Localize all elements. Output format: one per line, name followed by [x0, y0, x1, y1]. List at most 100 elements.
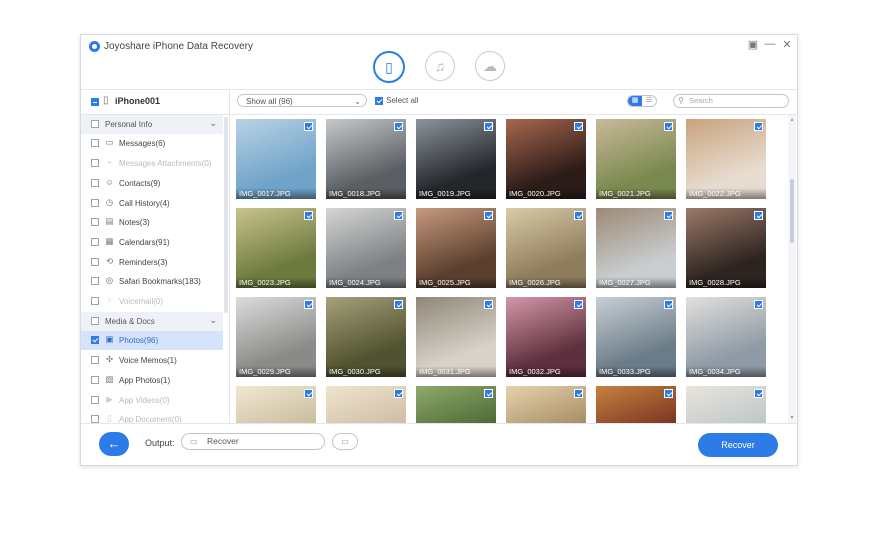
photo-thumbnail[interactable]: IMG_0019.JPG	[416, 119, 496, 199]
sidebar-item-messages-attachments[interactable]: ⌁ Messages Attachments(0)	[81, 154, 223, 173]
photo-thumbnail[interactable]: IMG_0033.JPG	[596, 297, 676, 377]
photo-checkbox[interactable]	[574, 122, 583, 131]
photo-checkbox[interactable]	[304, 389, 313, 398]
photo-checkbox[interactable]	[754, 389, 763, 398]
photo-checkbox[interactable]	[484, 122, 493, 131]
item-checkbox[interactable]	[91, 415, 99, 423]
photo-thumbnail[interactable]	[506, 386, 586, 423]
item-checkbox[interactable]	[91, 336, 99, 344]
scroll-up-icon[interactable]: ▴	[789, 117, 795, 123]
section-checkbox[interactable]	[91, 317, 99, 325]
photo-checkbox[interactable]	[394, 211, 403, 220]
sidebar-item-voicemail[interactable]: ♮ Voicemail(0)	[81, 292, 223, 311]
photo-thumbnail[interactable]	[236, 386, 316, 423]
photo-checkbox[interactable]	[664, 122, 673, 131]
mode-ios-device-button[interactable]: ▯	[373, 51, 405, 83]
item-checkbox[interactable]	[91, 139, 99, 147]
back-button[interactable]: ←	[99, 432, 129, 456]
photo-checkbox[interactable]	[574, 389, 583, 398]
section-header-personal-info[interactable]: Personal Info ⌄	[81, 115, 223, 134]
mode-itunes-button[interactable]: ♫	[425, 51, 455, 81]
scroll-down-icon[interactable]: ▾	[789, 415, 795, 421]
item-checkbox[interactable]	[91, 218, 99, 226]
photo-checkbox[interactable]	[394, 122, 403, 131]
photo-checkbox[interactable]	[484, 389, 493, 398]
photo-thumbnail[interactable]: IMG_0032.JPG	[506, 297, 586, 377]
section-checkbox[interactable]	[91, 120, 99, 128]
photo-checkbox[interactable]	[394, 389, 403, 398]
sidebar-item-app-videos[interactable]: ▶ App Videos(0)	[81, 391, 223, 410]
sidebar-item-contacts[interactable]: ☺ Contacts(9)	[81, 174, 223, 193]
device-row[interactable]: ▯ iPhone001	[81, 90, 230, 115]
sidebar-item-call-history[interactable]: ◷ Call History(4)	[81, 194, 223, 213]
sidebar-item-messages[interactable]: ▭ Messages(6)	[81, 134, 223, 153]
sidebar-item-notes[interactable]: ▤ Notes(3)	[81, 213, 223, 232]
item-checkbox[interactable]	[91, 356, 99, 364]
grid-view-icon[interactable]: ▦	[628, 96, 642, 106]
photo-thumbnail[interactable]: IMG_0031.JPG	[416, 297, 496, 377]
sidebar-item-safari-bookmarks[interactable]: ◎ Safari Bookmarks(183)	[81, 272, 223, 291]
item-checkbox[interactable]	[91, 159, 99, 167]
sidebar-item-app-document[interactable]: ▯ App Document(0)	[81, 410, 223, 423]
photo-thumbnail[interactable]	[596, 386, 676, 423]
restore-icon[interactable]: ▣	[747, 38, 759, 51]
list-view-icon[interactable]: ☰	[642, 96, 656, 106]
select-all-checkbox[interactable]: Select all	[375, 96, 418, 105]
item-checkbox[interactable]	[91, 376, 99, 384]
photo-thumbnail[interactable]: IMG_0029.JPG	[236, 297, 316, 377]
photo-checkbox[interactable]	[304, 211, 313, 220]
photo-checkbox[interactable]	[754, 122, 763, 131]
item-checkbox[interactable]	[91, 199, 99, 207]
browse-folder-button[interactable]: ▭	[332, 433, 358, 450]
mode-icloud-button[interactable]: ☁	[475, 51, 505, 81]
sidebar-item-app-photos[interactable]: ▨ App Photos(1)	[81, 371, 223, 390]
photo-thumbnail[interactable]	[416, 386, 496, 423]
item-checkbox[interactable]	[91, 297, 99, 305]
recover-button[interactable]: Recover	[698, 433, 778, 457]
photo-checkbox[interactable]	[574, 211, 583, 220]
photo-thumbnail[interactable]: IMG_0026.JPG	[506, 208, 586, 288]
photo-thumbnail[interactable]: IMG_0020.JPG	[506, 119, 586, 199]
chevron-down-icon[interactable]: ⌄	[209, 315, 217, 326]
photo-thumbnail[interactable]: IMG_0017.JPG	[236, 119, 316, 199]
photo-thumbnail[interactable]: IMG_0023.JPG	[236, 208, 316, 288]
photo-thumbnail[interactable]: IMG_0022.JPG	[686, 119, 766, 199]
sidebar-scrollbar[interactable]	[224, 117, 228, 313]
photo-thumbnail[interactable]: IMG_0025.JPG	[416, 208, 496, 288]
photo-checkbox[interactable]	[304, 300, 313, 309]
view-toggle[interactable]: ▦ ☰	[627, 95, 657, 107]
filter-select[interactable]: Show all (96) ⌄	[237, 94, 367, 107]
photo-checkbox[interactable]	[664, 389, 673, 398]
photo-checkbox[interactable]	[484, 300, 493, 309]
photo-checkbox[interactable]	[574, 300, 583, 309]
photo-checkbox[interactable]	[664, 211, 673, 220]
grid-scrollbar-thumb[interactable]	[790, 179, 794, 243]
chevron-down-icon[interactable]: ⌄	[209, 118, 217, 129]
photo-thumbnail[interactable]: IMG_0030.JPG	[326, 297, 406, 377]
photo-thumbnail[interactable]: IMG_0034.JPG	[686, 297, 766, 377]
photo-checkbox[interactable]	[664, 300, 673, 309]
photo-checkbox[interactable]	[754, 300, 763, 309]
sidebar-item-voice-memos[interactable]: ✣ Voice Memos(1)	[81, 351, 223, 370]
sidebar-item-photos[interactable]: ▣ Photos(96)	[81, 331, 223, 350]
photo-thumbnail[interactable]	[686, 386, 766, 423]
item-checkbox[interactable]	[91, 258, 99, 266]
search-input[interactable]: ⚲ Search	[673, 94, 789, 108]
photo-thumbnail[interactable]	[326, 386, 406, 423]
sidebar-item-reminders[interactable]: ⟲ Reminders(3)	[81, 253, 223, 272]
photo-checkbox[interactable]	[754, 211, 763, 220]
output-path-field[interactable]: ▭ Recover	[181, 433, 325, 450]
section-header-media-docs[interactable]: Media & Docs ⌄	[81, 312, 223, 331]
sidebar-item-calendars[interactable]: ▦ Calendars(91)	[81, 233, 223, 252]
photo-checkbox[interactable]	[394, 300, 403, 309]
grid-scrollbar[interactable]	[788, 115, 796, 423]
close-icon[interactable]: ✕	[781, 38, 793, 51]
device-checkbox[interactable]	[91, 98, 99, 106]
item-checkbox[interactable]	[91, 277, 99, 285]
photo-thumbnail[interactable]: IMG_0027.JPG	[596, 208, 676, 288]
item-checkbox[interactable]	[91, 396, 99, 404]
minimize-icon[interactable]: —	[764, 38, 776, 50]
photo-thumbnail[interactable]: IMG_0018.JPG	[326, 119, 406, 199]
photo-thumbnail[interactable]: IMG_0028.JPG	[686, 208, 766, 288]
photo-thumbnail[interactable]: IMG_0021.JPG	[596, 119, 676, 199]
